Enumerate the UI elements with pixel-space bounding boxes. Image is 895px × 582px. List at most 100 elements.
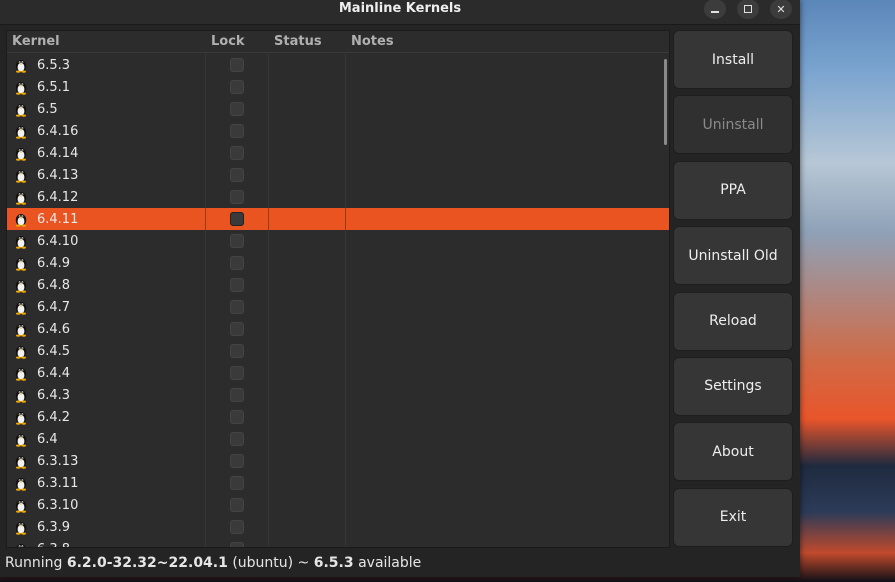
table-row[interactable]: 6.4.8: [7, 274, 669, 296]
table-row[interactable]: 6.4.3: [7, 384, 669, 406]
content-area: Kernel Lock Status Notes 6.5.3 6.5.1 6.5 6.…: [4, 30, 798, 548]
table-row[interactable]: 6.4.10: [7, 230, 669, 252]
lock-checkbox[interactable]: [230, 498, 244, 512]
kernel-cell: 6.4.7: [7, 296, 206, 318]
table-row[interactable]: 6.5.3: [7, 54, 669, 76]
lock-checkbox[interactable]: [230, 190, 244, 204]
table-row[interactable]: 6.3.10: [7, 494, 669, 516]
column-header-kernel[interactable]: Kernel: [7, 31, 206, 52]
table-row[interactable]: 6.4.6: [7, 318, 669, 340]
status-cell: [269, 472, 346, 494]
table-row[interactable]: 6.4.14: [7, 142, 669, 164]
uninstall-button[interactable]: Uninstall: [673, 95, 793, 155]
table-row[interactable]: 6.4.9: [7, 252, 669, 274]
vertical-scrollbar[interactable]: [664, 59, 667, 145]
lock-checkbox[interactable]: [230, 322, 244, 336]
lock-cell: [206, 54, 269, 76]
tux-penguin-icon: [15, 258, 27, 271]
notes-cell: [346, 450, 669, 472]
kernel-cell: 6.4: [7, 428, 206, 450]
lock-checkbox[interactable]: [230, 234, 244, 248]
notes-cell: [346, 362, 669, 384]
tux-penguin-icon: [15, 104, 27, 117]
lock-checkbox[interactable]: [230, 124, 244, 138]
notes-cell: [346, 296, 669, 318]
lock-checkbox[interactable]: [230, 476, 244, 490]
lock-checkbox[interactable]: [230, 344, 244, 358]
table-row[interactable]: 6.3.8: [7, 538, 669, 547]
maximize-button[interactable]: [737, 0, 759, 19]
status-cell: [269, 450, 346, 472]
minimize-icon: [711, 11, 719, 13]
notes-cell: [346, 142, 669, 164]
lock-checkbox[interactable]: [230, 212, 244, 226]
column-header-lock[interactable]: Lock: [206, 31, 269, 52]
exit-button[interactable]: Exit: [673, 487, 793, 547]
lock-checkbox[interactable]: [230, 542, 244, 547]
about-button[interactable]: About: [673, 422, 793, 482]
lock-checkbox[interactable]: [230, 432, 244, 446]
lock-checkbox[interactable]: [230, 454, 244, 468]
lock-checkbox[interactable]: [230, 278, 244, 292]
lock-checkbox[interactable]: [230, 388, 244, 402]
tux-penguin-icon: [15, 456, 27, 469]
column-header-notes[interactable]: Notes: [346, 31, 669, 52]
notes-cell: [346, 384, 669, 406]
lock-checkbox[interactable]: [230, 520, 244, 534]
notes-cell: [346, 406, 669, 428]
status-cell: [269, 538, 346, 547]
column-header-status[interactable]: Status: [269, 31, 346, 52]
table-row[interactable]: 6.4.2: [7, 406, 669, 428]
kernel-cell: 6.4.2: [7, 406, 206, 428]
table-row[interactable]: 6.5.1: [7, 76, 669, 98]
table-row[interactable]: 6.4.4: [7, 362, 669, 384]
kernel-version: 6.4.14: [37, 145, 79, 161]
notes-cell: [346, 318, 669, 340]
install-button[interactable]: Install: [673, 30, 793, 89]
tux-penguin-icon: [15, 170, 27, 183]
table-row[interactable]: 6.4.7: [7, 296, 669, 318]
lock-cell: [206, 362, 269, 384]
close-icon: ✕: [776, 2, 786, 16]
lock-checkbox[interactable]: [230, 366, 244, 380]
kernel-cell: 6.3.11: [7, 472, 206, 494]
window-title: Mainline Kernels: [338, 1, 462, 16]
kernel-cell: 6.4.9: [7, 252, 206, 274]
status-cell: [269, 142, 346, 164]
table-row[interactable]: 6.3.9: [7, 516, 669, 538]
table-body: 6.5.3 6.5.1 6.5 6.4.16 6.4.14 6.4.13 6.4.12 6.4…: [7, 54, 669, 547]
lock-checkbox[interactable]: [230, 168, 244, 182]
lock-checkbox[interactable]: [230, 58, 244, 72]
lock-checkbox[interactable]: [230, 300, 244, 314]
table-row[interactable]: 6.4.13: [7, 164, 669, 186]
notes-cell: [346, 76, 669, 98]
reload-button[interactable]: Reload: [673, 291, 793, 351]
table-row[interactable]: 6.3.11: [7, 472, 669, 494]
kernel-cell: 6.3.13: [7, 450, 206, 472]
table-row[interactable]: 6.3.13: [7, 450, 669, 472]
lock-checkbox[interactable]: [230, 146, 244, 160]
minimize-button[interactable]: [704, 0, 726, 19]
table-row[interactable]: 6.4.16: [7, 120, 669, 142]
lock-cell: [206, 406, 269, 428]
uninstall-old-button[interactable]: Uninstall Old: [673, 226, 793, 286]
lock-checkbox[interactable]: [230, 410, 244, 424]
lock-checkbox[interactable]: [230, 80, 244, 94]
status-running-label: Running: [5, 555, 63, 571]
table-row[interactable]: 6.4.11: [7, 208, 669, 230]
ppa-button[interactable]: PPA: [673, 160, 793, 220]
table-row[interactable]: 6.4: [7, 428, 669, 450]
kernel-cell: 6.3.10: [7, 494, 206, 516]
settings-button[interactable]: Settings: [673, 356, 793, 416]
close-button[interactable]: ✕: [770, 0, 792, 19]
tux-penguin-icon: [15, 82, 27, 95]
lock-cell: [206, 208, 269, 230]
table-row[interactable]: 6.4.5: [7, 340, 669, 362]
lock-cell: [206, 472, 269, 494]
table-row[interactable]: 6.4.12: [7, 186, 669, 208]
lock-checkbox[interactable]: [230, 256, 244, 270]
kernel-list[interactable]: Kernel Lock Status Notes 6.5.3 6.5.1 6.5 6.…: [6, 30, 670, 548]
lock-checkbox[interactable]: [230, 102, 244, 116]
lock-cell: [206, 120, 269, 142]
table-row[interactable]: 6.5: [7, 98, 669, 120]
